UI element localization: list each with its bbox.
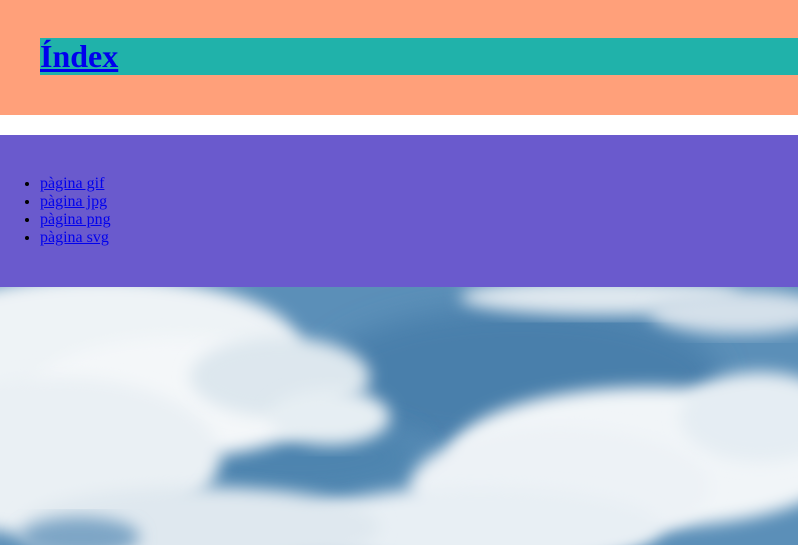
list-item: pàgina gif (40, 175, 111, 193)
link-png-page[interactable]: pàgina png (40, 211, 111, 228)
link-jpg-page[interactable]: pàgina jpg (40, 193, 107, 210)
page-links-nav: pàgina gif pàgina jpg pàgina png pàgina … (0, 135, 798, 287)
list-item: pàgina svg (40, 229, 111, 247)
cloudy-sky-image (0, 287, 798, 545)
title-bar: Índex (40, 38, 798, 75)
link-gif-page[interactable]: pàgina gif (40, 175, 104, 192)
page-links-list: pàgina gif pàgina jpg pàgina png pàgina … (40, 175, 111, 247)
header-banner: Índex (0, 0, 798, 115)
link-svg-page[interactable]: pàgina svg (40, 229, 109, 246)
index-title-link[interactable]: Índex (40, 38, 118, 75)
list-item: pàgina png (40, 211, 111, 229)
list-item: pàgina jpg (40, 193, 111, 211)
page: Índex pàgina gif pàgina jpg pàgina png p… (0, 0, 798, 545)
